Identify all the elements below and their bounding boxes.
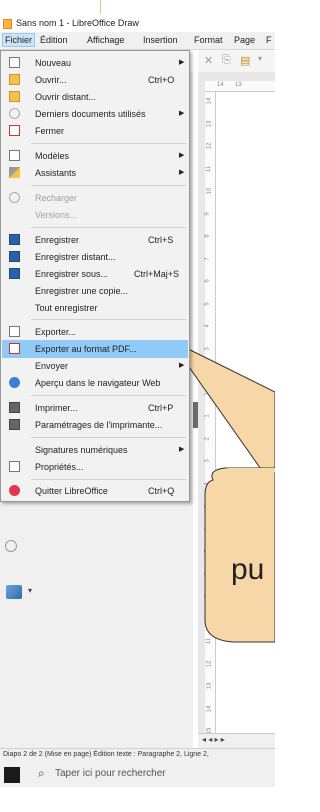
windows-start-icon[interactable] xyxy=(4,767,20,783)
menu-separator xyxy=(31,185,186,186)
save-remote-icon xyxy=(9,251,20,262)
export-icon xyxy=(9,326,20,337)
pdf-icon xyxy=(9,343,20,354)
menu-item-enregistrer[interactable]: Enregistrer Ctrl+S xyxy=(2,231,188,249)
chevron-right-icon: ▶ xyxy=(179,446,185,453)
menu-item-imprimer[interactable]: Imprimer... Ctrl+P xyxy=(2,399,188,417)
folder-remote-icon xyxy=(9,91,20,102)
menu-separator xyxy=(31,479,186,480)
slide-navigation[interactable]: ◂ ◂ ▸ ▸ xyxy=(198,733,275,748)
chevron-right-icon: ▶ xyxy=(179,169,185,176)
reload-icon xyxy=(9,192,20,203)
menu-item-parametrage-imprimante[interactable]: Paramétrages de l'imprimante... xyxy=(2,416,188,434)
menu-separator xyxy=(31,319,186,320)
search-input[interactable]: Taper ici pour rechercher xyxy=(55,768,166,779)
status-bar: Diapo 2 de 2 (Mise en page) Édition text… xyxy=(0,748,275,763)
folder-open-icon xyxy=(9,74,20,85)
menu-separator xyxy=(31,227,186,228)
new-document-icon xyxy=(9,57,20,68)
web-icon xyxy=(9,377,20,388)
wizard-icon xyxy=(9,167,20,178)
menu-item-enregistrer-distant[interactable]: Enregistrer distant... xyxy=(2,248,188,266)
menu-item-apercu-web[interactable]: Aperçu dans le navigateur Web xyxy=(2,374,188,392)
menu-separator xyxy=(31,143,186,144)
menu-item-recharger[interactable]: Recharger xyxy=(2,189,188,207)
menu-item-exporter[interactable]: Exporter... xyxy=(2,323,188,341)
save-as-icon xyxy=(9,268,20,279)
quit-icon xyxy=(9,485,20,496)
template-icon xyxy=(9,150,20,161)
status-text: Diapo 2 de 2 (Mise en page) Édition text… xyxy=(3,751,209,758)
menu-item-exporter-pdf[interactable]: Exporter au format PDF... xyxy=(2,340,188,358)
chevron-right-icon: ▶ xyxy=(179,110,185,117)
menu-item-signatures[interactable]: Signatures numériques ▶ xyxy=(2,441,188,459)
properties-icon xyxy=(9,461,20,472)
menu-separator xyxy=(31,437,186,438)
chevron-right-icon: ▶ xyxy=(179,362,185,369)
menu-item-enregistrer-copie[interactable]: Enregistrer une copie... xyxy=(2,282,188,300)
menu-item-derniers-documents[interactable]: Derniers documents utilisés ▶ xyxy=(2,105,188,123)
chevron-right-icon: ▶ xyxy=(179,59,185,66)
menu-item-assistants[interactable]: Assistants ▶ xyxy=(2,164,188,182)
menu-item-quitter[interactable]: Quitter LibreOffice Ctrl+Q xyxy=(2,482,188,500)
print-icon xyxy=(9,402,20,413)
menu-item-proprietes[interactable]: Propriétés... xyxy=(2,458,188,476)
menu-item-envoyer[interactable]: Envoyer ▶ xyxy=(2,357,188,375)
menu-item-ouvrir-distant[interactable]: Ouvrir distant... xyxy=(2,88,188,106)
save-icon xyxy=(9,234,20,245)
printer-settings-icon xyxy=(9,419,20,430)
chevron-right-icon: ▶ xyxy=(179,152,185,159)
menu-item-versions[interactable]: Versions... xyxy=(2,206,188,224)
menu-item-ouvrir[interactable]: Ouvrir... Ctrl+O xyxy=(2,71,188,89)
close-document-icon xyxy=(9,125,20,136)
menu-separator xyxy=(31,395,186,396)
menu-item-fermer[interactable]: Fermer xyxy=(2,122,188,140)
menu-item-enregistrer-sous[interactable]: Enregistrer sous... Ctrl+Maj+S xyxy=(2,265,188,283)
file-menu: Nouveau ▶ Ouvrir... Ctrl+O Ouvrir distant.… xyxy=(0,50,190,502)
callout-text[interactable]: pu xyxy=(231,553,264,587)
navigation-arrows[interactable]: ◂ ◂ ▸ ▸ xyxy=(202,735,225,744)
taskbar-search[interactable]: ⌕ Taper ici pour rechercher xyxy=(0,763,275,787)
recent-icon xyxy=(9,108,20,119)
search-icon: ⌕ xyxy=(38,766,45,780)
menu-item-modeles[interactable]: Modèles ▶ xyxy=(2,147,188,165)
menu-item-tout-enregistrer[interactable]: Tout enregistrer xyxy=(2,299,188,317)
menu-item-nouveau[interactable]: Nouveau ▶ xyxy=(2,54,188,72)
